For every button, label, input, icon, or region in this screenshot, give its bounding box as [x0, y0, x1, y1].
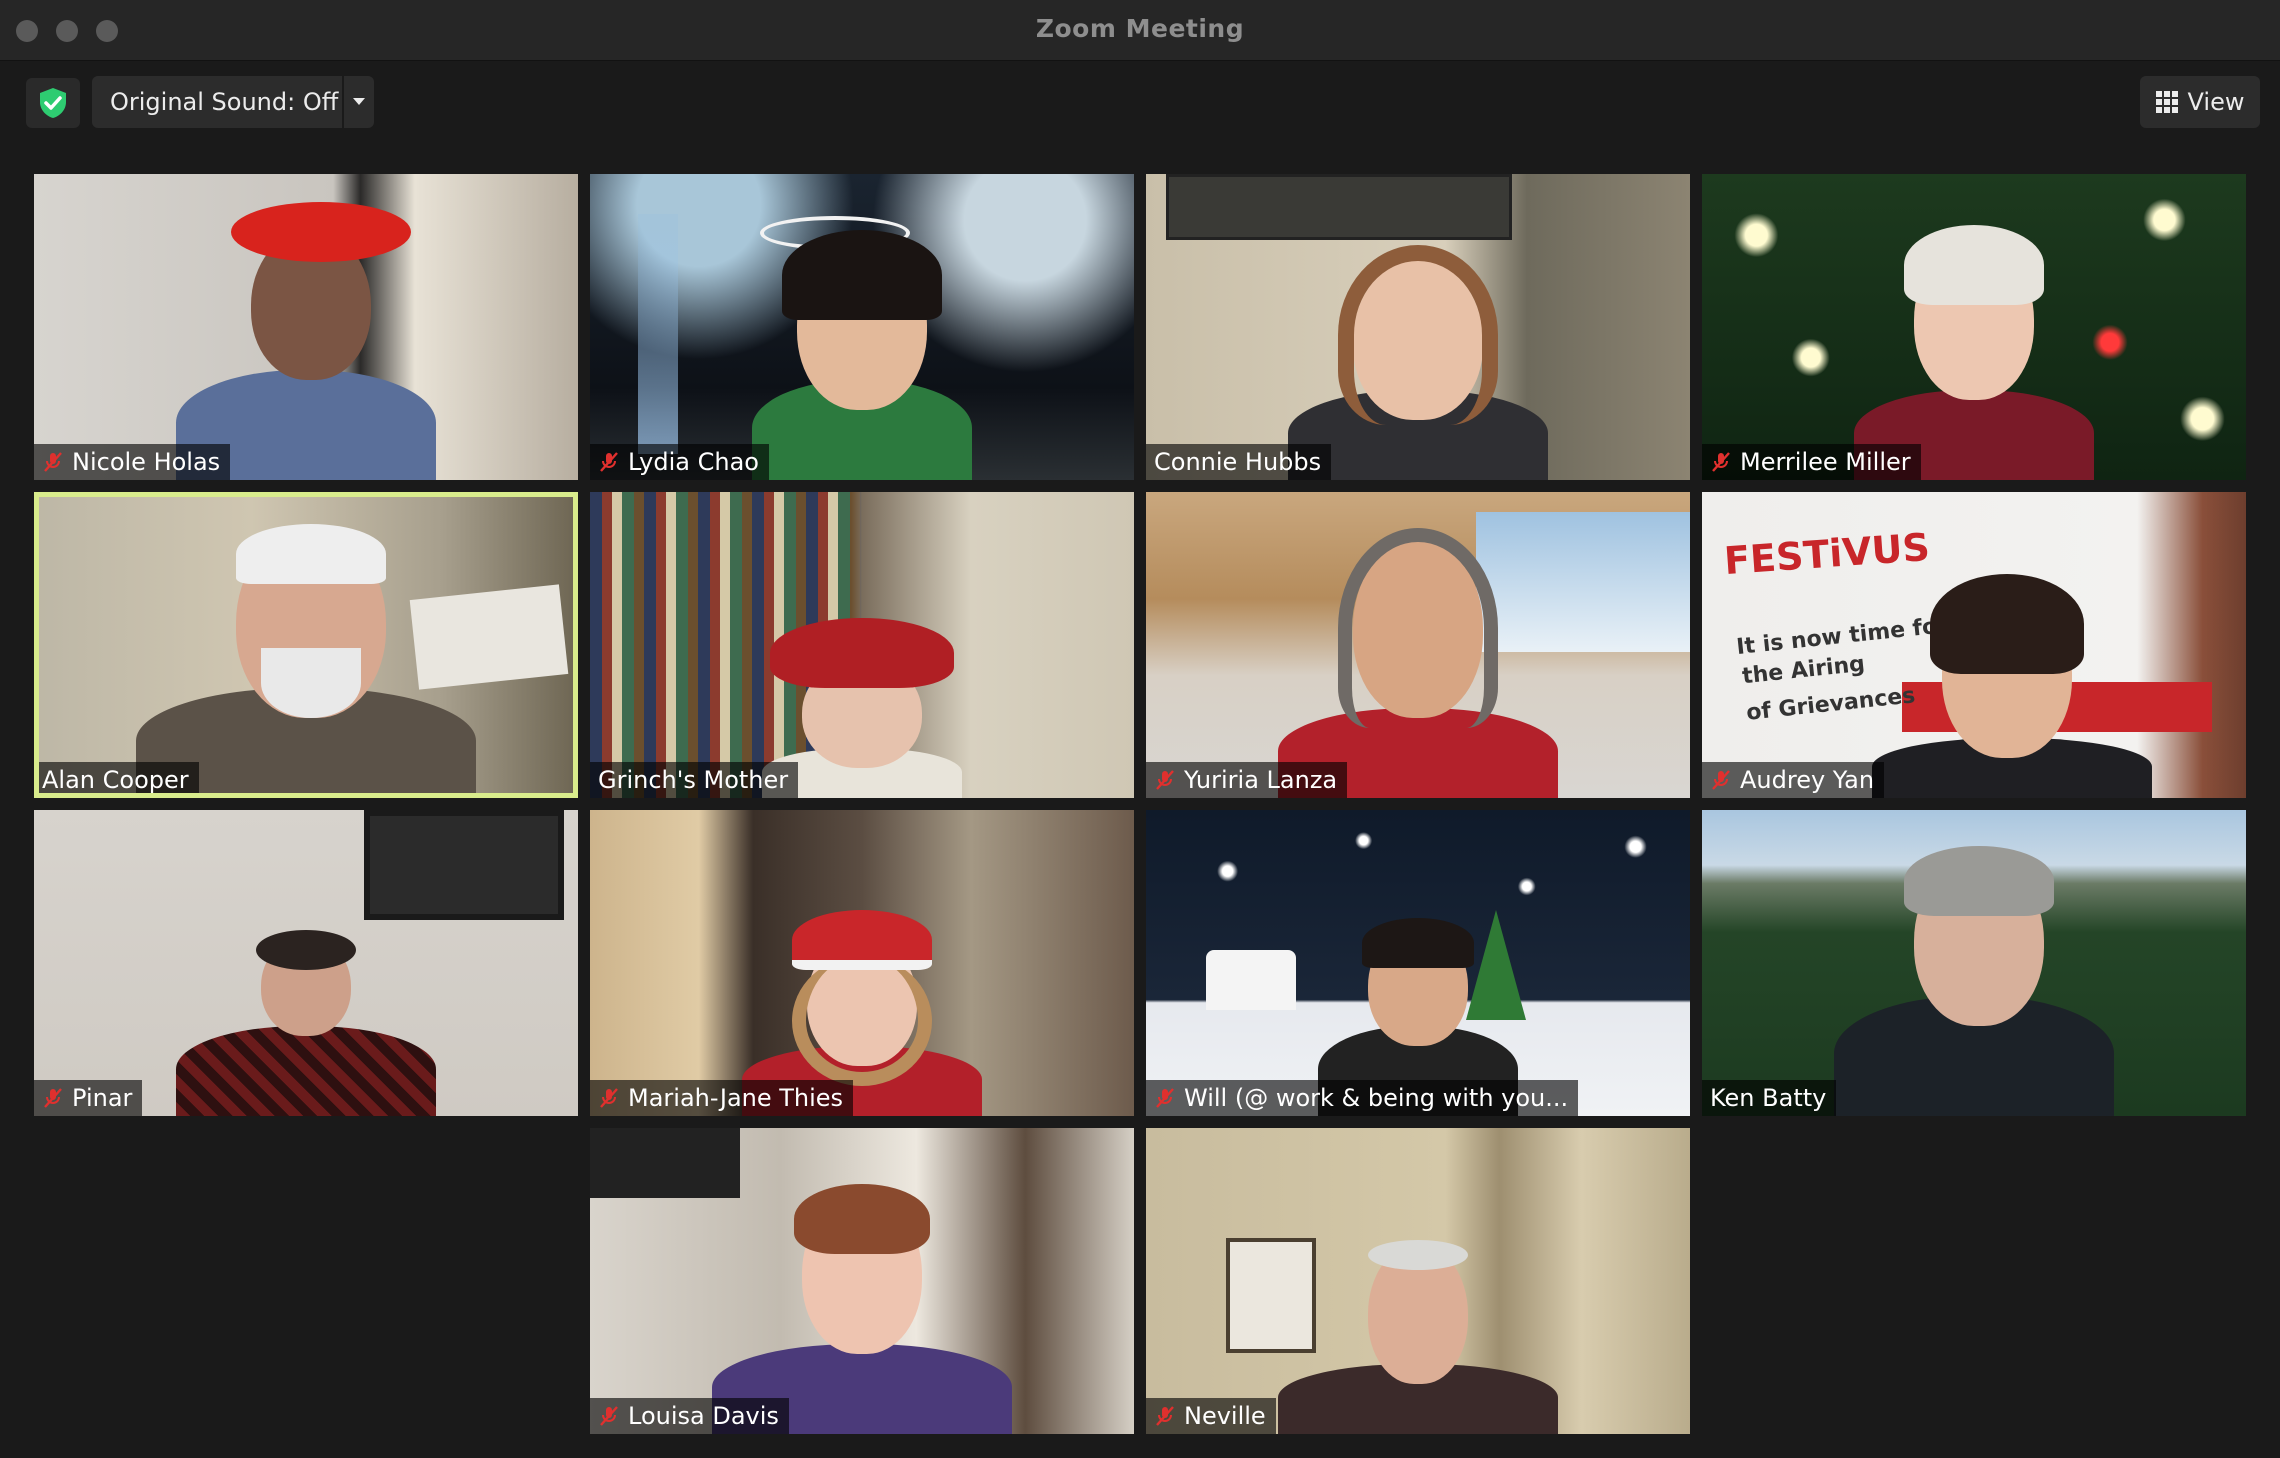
video-tile-neville[interactable]: Neville: [1146, 1128, 1690, 1434]
participant-nametag: Will (@ work & being with you...: [1146, 1080, 1579, 1116]
participant-nametag: Nicole Holas: [34, 444, 231, 480]
participant-nametag: Alan Cooper: [34, 762, 199, 798]
participant-name: Mariah-Jane Thies: [628, 1084, 844, 1112]
muted-mic-icon: [600, 1088, 618, 1108]
participant-name: Merrilee Miller: [1740, 448, 1911, 476]
muted-mic-icon: [44, 452, 62, 472]
participant-name: Pinar: [72, 1084, 133, 1112]
participant-name: Lydia Chao: [628, 448, 759, 476]
video-tile-ken-batty[interactable]: Ken Batty: [1702, 810, 2246, 1116]
participant-nametag: Ken Batty: [1702, 1080, 1837, 1116]
participant-name: Alan Cooper: [42, 766, 189, 794]
muted-mic-icon: [44, 1088, 62, 1108]
participant-nametag: Neville: [1146, 1398, 1276, 1434]
view-button[interactable]: View: [2140, 76, 2260, 128]
window-title: Zoom Meeting: [1035, 14, 1245, 43]
video-tile-alan-cooper[interactable]: Alan Cooper: [34, 492, 578, 798]
participant-name: Neville: [1184, 1402, 1266, 1430]
participant-name: Connie Hubbs: [1154, 448, 1322, 476]
muted-mic-icon: [1712, 770, 1730, 790]
participant-name: Grinch's Mother: [598, 766, 789, 794]
participant-nametag: Yuriria Lanza: [1146, 762, 1348, 798]
muted-mic-icon: [600, 1406, 618, 1426]
video-tile-will[interactable]: Will (@ work & being with you...: [1146, 810, 1690, 1116]
muted-mic-icon: [1156, 1406, 1174, 1426]
participant-nametag: Grinch's Mother: [590, 762, 799, 798]
participant-nametag: Lydia Chao: [590, 444, 769, 480]
grid-icon: [2155, 91, 2178, 113]
participant-nametag: Connie Hubbs: [1146, 444, 1332, 480]
participant-nametag: Louisa Davis: [590, 1398, 789, 1434]
original-sound-dropdown[interactable]: [344, 76, 374, 128]
participant-nametag: Pinar: [34, 1080, 143, 1116]
participant-name: Yuriria Lanza: [1184, 766, 1338, 794]
muted-mic-icon: [600, 452, 618, 472]
video-tile-grinchs-mother[interactable]: Grinch's Mother: [590, 492, 1134, 798]
shield-check-icon: [40, 88, 66, 118]
video-tile-louisa-davis[interactable]: Louisa Davis: [590, 1128, 1134, 1434]
muted-mic-icon: [1156, 770, 1174, 790]
participant-name: Ken Batty: [1710, 1084, 1827, 1112]
caret-down-icon: [353, 98, 365, 105]
encryption-shield-button[interactable]: [26, 78, 80, 128]
original-sound-button[interactable]: Original Sound: Off: [92, 76, 342, 128]
participant-nametag: Mariah-Jane Thies: [590, 1080, 854, 1116]
participant-name: Audrey Yan: [1740, 766, 1875, 794]
title-bar: Zoom Meeting: [0, 0, 2280, 61]
video-tile-merrilee-miller[interactable]: Merrilee Miller: [1702, 174, 2246, 480]
video-tile-pinar[interactable]: Pinar: [34, 810, 578, 1116]
view-label: View: [2187, 88, 2245, 116]
video-tile-mariah-jane-thies[interactable]: Mariah-Jane Thies: [590, 810, 1134, 1116]
muted-mic-icon: [1712, 452, 1730, 472]
video-tile-nicole-holas[interactable]: Nicole Holas: [34, 174, 578, 480]
video-tile-lydia-chao[interactable]: Lydia Chao: [590, 174, 1134, 480]
participant-name: Nicole Holas: [72, 448, 221, 476]
participant-name: Louisa Davis: [628, 1402, 779, 1430]
video-tile-yuriria-lanza[interactable]: Yuriria Lanza: [1146, 492, 1690, 798]
participant-nametag: Audrey Yan: [1702, 762, 1885, 798]
video-tile-connie-hubbs[interactable]: Connie Hubbs: [1146, 174, 1690, 480]
participant-name: Will (@ work & being with you...: [1184, 1084, 1569, 1112]
video-tile-audrey-yan[interactable]: FESTiVUS It is now time for the Airing o…: [1702, 492, 2246, 798]
muted-mic-icon: [1156, 1088, 1174, 1108]
participant-nametag: Merrilee Miller: [1702, 444, 1921, 480]
